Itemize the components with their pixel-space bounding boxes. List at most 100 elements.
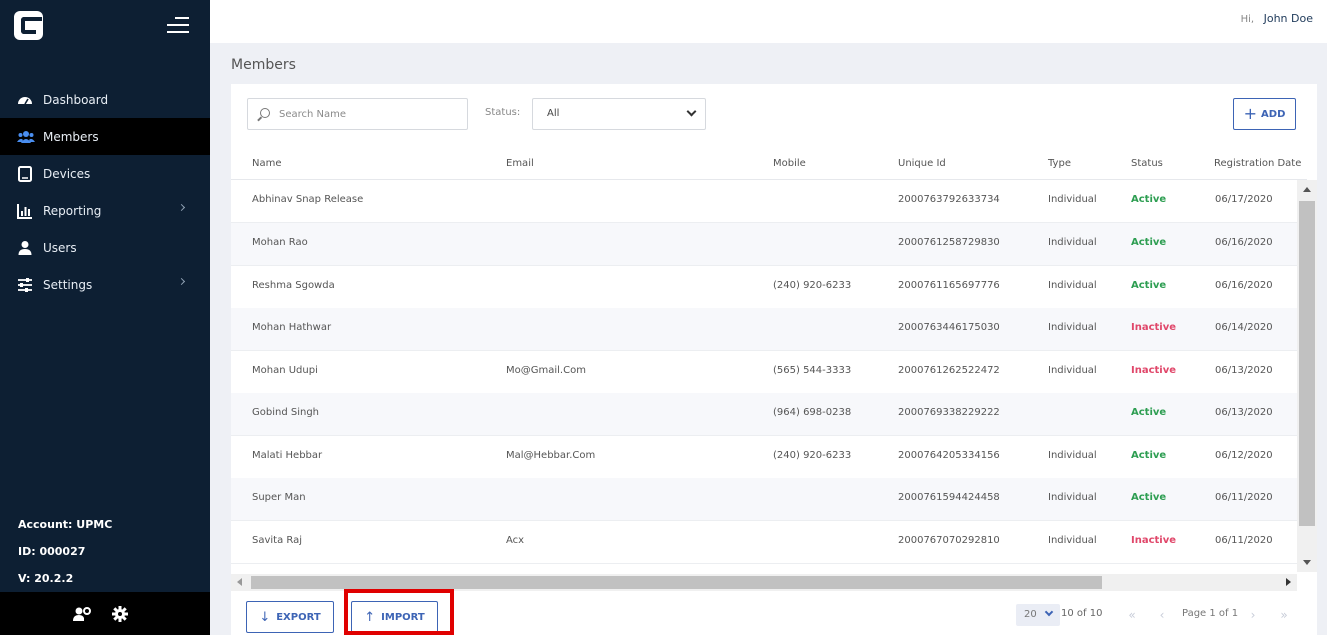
sidebar-item-label: Reporting [43, 203, 102, 218]
cell-unique-id: 2000761165697776 [898, 280, 1000, 291]
vertical-scrollbar[interactable] [1297, 180, 1317, 572]
sidebar-item-label: Settings [43, 277, 93, 292]
sidebar-item-settings[interactable]: Settings [0, 266, 210, 303]
cell-name: Mohan Udupi [252, 365, 318, 376]
account-name: Account: UPMC [18, 518, 113, 531]
cell-registration-date: 06/11/2020 [1215, 535, 1273, 546]
cell-unique-id: 2000764205334156 [898, 450, 1000, 461]
scroll-down-arrow-icon[interactable] [1303, 560, 1311, 565]
column-header-name[interactable]: Name [252, 158, 282, 169]
table-row[interactable]: Savita Raj Acx 2000767070292810 Individual I… [231, 521, 1297, 564]
chevron-right-icon [177, 277, 186, 286]
export-button-label: EXPORT [276, 611, 321, 623]
user-name: John Doe [1263, 12, 1313, 25]
cell-email: Mal@Hebbar.Com [506, 450, 596, 461]
cell-name: Reshma Sgowda [252, 280, 335, 291]
column-header-status[interactable]: Status [1131, 158, 1163, 169]
previous-page-icon[interactable]: ‹ [1151, 604, 1173, 626]
status-select-value: All [547, 108, 560, 119]
search-box[interactable] [247, 98, 468, 130]
sidebar-item-label: Members [43, 129, 99, 144]
cell-unique-id: 2000769338229222 [898, 407, 1000, 418]
cell-status: Active [1131, 194, 1167, 205]
cell-email: Mo@Gmail.Com [506, 365, 586, 376]
cell-unique-id: 2000761594424458 [898, 492, 1000, 503]
horizontal-scroll-thumb[interactable] [251, 576, 1102, 589]
sidebar-item-dashboard[interactable]: Dashboard [0, 81, 210, 118]
members-icon [17, 129, 35, 145]
cell-status: Active [1131, 280, 1167, 291]
first-page-icon[interactable]: « [1121, 604, 1143, 626]
record-range: 10 of 10 [1061, 608, 1103, 619]
column-header-type[interactable]: Type [1048, 158, 1071, 169]
column-header-registration-date[interactable]: Registration Date [1214, 158, 1301, 169]
sidebar-item-members[interactable]: Members [0, 118, 210, 155]
scroll-left-arrow-icon[interactable] [237, 578, 242, 586]
devices-icon [17, 165, 33, 182]
search-input[interactable] [279, 105, 459, 123]
chevron-right-icon [177, 203, 186, 212]
cell-status: Active [1131, 407, 1167, 418]
table-row[interactable]: Malati Hebbar Mal@Hebbar.Com (240) 920-623… [231, 436, 1297, 479]
sidebar-item-users[interactable]: Users [0, 229, 210, 266]
cell-registration-date: 06/13/2020 [1215, 365, 1273, 376]
table-row[interactable]: Mohan Rao 2000761258729830 Individual Activ… [231, 223, 1297, 266]
scroll-up-arrow-icon[interactable] [1303, 187, 1311, 192]
cell-name: Gobind Singh [252, 407, 320, 418]
cell-name: Savita Raj [252, 535, 303, 546]
page-size-value: 20 [1024, 609, 1037, 620]
status-select[interactable]: All [532, 98, 706, 130]
column-header-mobile[interactable]: Mobile [773, 158, 806, 169]
vertical-scroll-thumb[interactable] [1299, 201, 1315, 526]
sidebar-item-reporting[interactable]: Reporting [0, 192, 210, 229]
table-header: Name Email Mobile Unique Id Type Status … [231, 148, 1307, 180]
arrow-down-icon: ↓ [259, 609, 271, 625]
page-size-select[interactable]: 20 [1016, 604, 1060, 626]
members-card: Status: All + ADD Name Email Mobile Uniq… [231, 84, 1317, 635]
account-id: ID: 000027 [18, 545, 86, 558]
page-title: Members [231, 57, 296, 73]
dashboard-icon [17, 92, 33, 108]
user-settings-icon[interactable] [73, 606, 91, 626]
table-row[interactable]: Mohan Udupi Mo@Gmail.Com (565) 544-3333 200… [231, 351, 1297, 394]
app-logo[interactable] [14, 11, 43, 40]
gear-icon[interactable] [112, 606, 128, 626]
sidebar: Dashboard Members Devices Reporting User… [0, 0, 210, 635]
cell-registration-date: 06/16/2020 [1215, 280, 1273, 291]
cell-type: Individual [1048, 194, 1097, 205]
user-greeting[interactable]: Hi, John Doe [1241, 12, 1313, 25]
cell-type: Individual [1048, 450, 1097, 461]
table-row[interactable]: Reshma Sgowda (240) 920-6233 2000761165697… [231, 266, 1297, 309]
status-filter-label: Status: [485, 107, 521, 118]
app-version: V: 20.2.2 [18, 572, 74, 585]
cell-unique-id: 2000763792633734 [898, 194, 1000, 205]
sidebar-item-devices[interactable]: Devices [0, 155, 210, 192]
menu-toggle-icon[interactable] [167, 17, 189, 33]
column-header-unique-id[interactable]: Unique Id [898, 158, 946, 169]
last-page-icon[interactable]: » [1273, 604, 1295, 626]
table-row[interactable]: Super Man 2000761594424458 Individual Activ… [231, 478, 1297, 521]
column-header-email[interactable]: Email [506, 158, 534, 169]
top-header: Hi, John Doe [210, 0, 1327, 43]
add-member-button[interactable]: + ADD [1233, 98, 1296, 130]
cell-type: Individual [1048, 492, 1097, 503]
cell-mobile: (565) 544-3333 [773, 365, 852, 376]
table-row[interactable]: Abhinav Snap Release 2000763792633734 Indi… [231, 180, 1297, 223]
export-button[interactable]: ↓ EXPORT [246, 601, 334, 633]
cell-type: Individual [1048, 237, 1097, 248]
cell-name: Mohan Hathwar [252, 322, 332, 333]
sidebar-nav: Dashboard Members Devices Reporting User… [0, 81, 210, 303]
cell-mobile: (240) 920-6233 [773, 450, 852, 461]
cell-status: Inactive [1131, 535, 1177, 546]
cell-status: Active [1131, 237, 1167, 248]
scroll-right-arrow-icon[interactable] [1286, 578, 1291, 586]
table-row[interactable]: Gobind Singh (964) 698-0238 20007693382292… [231, 393, 1297, 436]
cell-name: Super Man [252, 492, 306, 503]
table-row[interactable]: Mohan Hathwar 2000763446175030 Individual I… [231, 308, 1297, 351]
cell-name: Malati Hebbar [252, 450, 323, 461]
cell-registration-date: 06/17/2020 [1215, 194, 1273, 205]
next-page-icon[interactable]: › [1242, 604, 1264, 626]
cell-status: Active [1131, 450, 1167, 461]
reporting-icon [17, 203, 33, 219]
chevron-down-icon [686, 106, 697, 117]
